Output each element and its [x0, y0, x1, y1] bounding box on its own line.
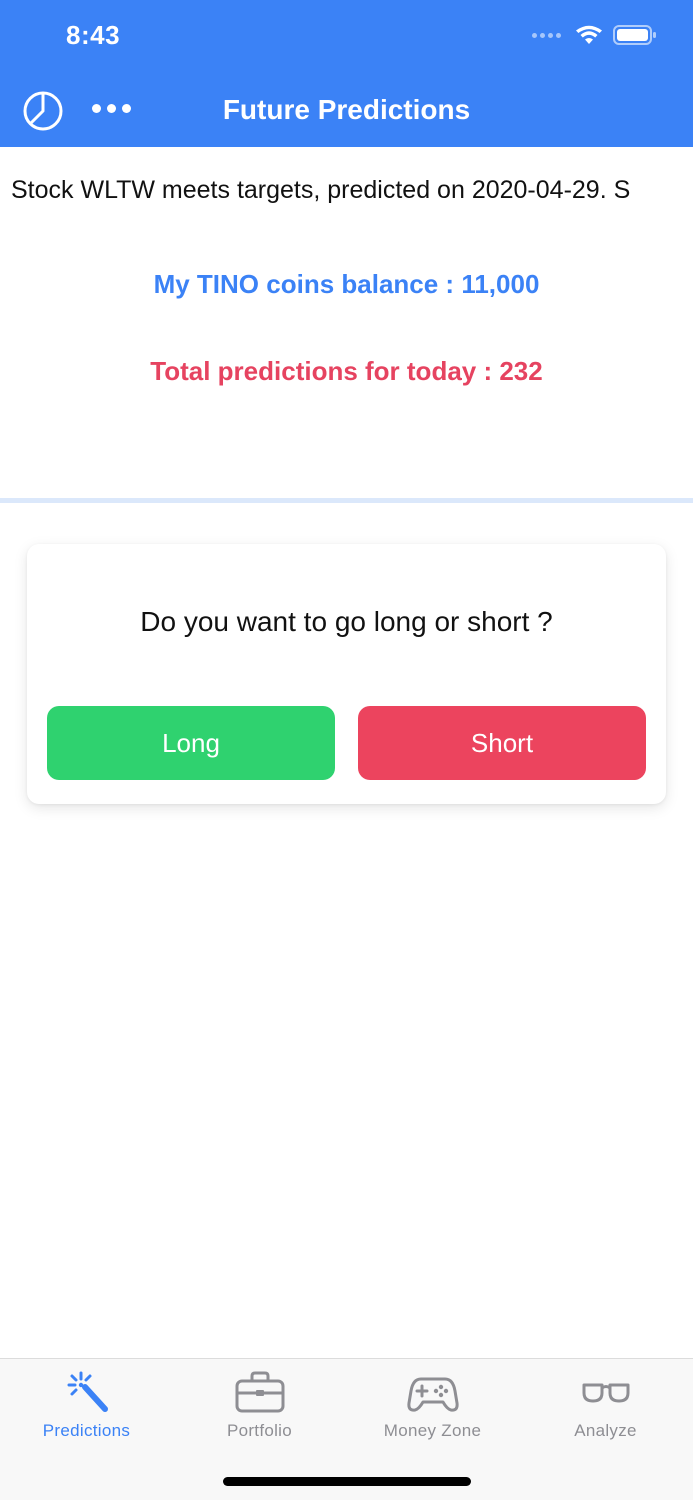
glasses-icon	[582, 1383, 629, 1403]
tab-portfolio[interactable]: Portfolio	[173, 1369, 346, 1449]
status-icons	[532, 24, 657, 46]
magic-wand-icon	[67, 1371, 108, 1412]
nav-row: Future Predictions	[0, 84, 693, 138]
gamepad-icon	[406, 1377, 459, 1412]
home-indicator	[223, 1477, 471, 1486]
status-time: 8:43	[66, 20, 121, 50]
tab-predictions[interactable]: Predictions	[0, 1369, 173, 1449]
tab-label: Portfolio	[226, 1421, 293, 1440]
tab-money-zone[interactable]: Money Zone	[346, 1369, 519, 1449]
header-bar: 8:43 Future Predictions	[0, 0, 693, 147]
coins-balance: My TINO coins balance : 11,000	[153, 269, 540, 299]
app-screen: 8:43 Future Predictions Stock WLTW meets…	[0, 0, 693, 1500]
battery-icon	[613, 25, 656, 45]
card-question: Do you want to go long or short ?	[140, 606, 553, 637]
wifi-icon	[576, 25, 602, 44]
briefcase-icon	[235, 1371, 284, 1413]
short-button[interactable]: Short	[358, 706, 646, 780]
tab-label: Money Zone	[383, 1421, 482, 1440]
page-title: Future Predictions	[222, 94, 471, 125]
long-short-card: Do you want to go long or short ? Long S…	[27, 544, 666, 804]
long-button[interactable]: Long	[47, 706, 335, 780]
signal-icon	[532, 32, 561, 38]
tab-analyze[interactable]: Analyze	[519, 1369, 692, 1449]
news-ticker: Stock WLTW meets targets, predicted on 2…	[11, 176, 631, 204]
total-predictions: Total predictions for today : 232	[150, 356, 543, 386]
tab-label: Predictions	[42, 1421, 131, 1440]
section-divider	[0, 498, 693, 503]
tab-label: Analyze	[574, 1421, 637, 1440]
